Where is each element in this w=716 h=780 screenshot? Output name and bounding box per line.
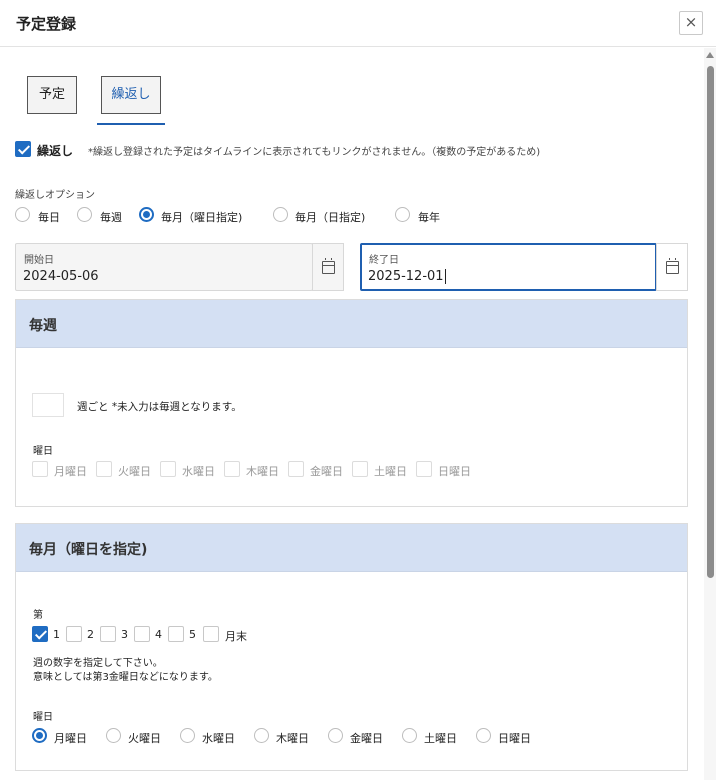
monthly-thu-label: 木曜日 — [276, 732, 309, 745]
weekly-interval-text: 週ごと *未入力は毎週となります。 — [77, 401, 242, 413]
start-date-label: 開始日 — [24, 255, 54, 266]
month-end-label: 月末 — [225, 630, 247, 643]
weekly-sun-label: 日曜日 — [438, 465, 471, 478]
option-daily-label: 毎日 — [38, 211, 60, 224]
weekly-weekday-label: 曜日 — [33, 446, 53, 457]
monthly-sat-radio[interactable] — [402, 728, 417, 743]
option-weekly-label: 毎週 — [100, 211, 122, 224]
option-monthly-day-label: 毎月（日指定) — [295, 211, 366, 224]
monthly-sun-label: 日曜日 — [498, 732, 531, 745]
repeat-checkbox[interactable] — [15, 141, 31, 157]
repeat-checkbox-label: 繰返し — [37, 144, 74, 158]
monthly-mon-radio[interactable] — [32, 728, 47, 743]
monthly-wed-label: 水曜日 — [202, 732, 235, 745]
nth-1-label: 1 — [53, 628, 60, 641]
nth-2-checkbox[interactable] — [66, 626, 82, 642]
option-yearly-label: 毎年 — [418, 211, 440, 224]
monthly-panel-header: 毎月（曜日を指定) — [16, 524, 687, 572]
month-end-checkbox[interactable] — [203, 626, 219, 642]
nth-4-label: 4 — [155, 628, 162, 641]
calendar-icon — [666, 258, 679, 274]
nth-1-checkbox[interactable] — [32, 626, 48, 642]
repeat-note: *繰返し登録された予定はタイムラインに表示されてもリンクがされません。（複数の予… — [88, 147, 541, 158]
weekly-wed-checkbox[interactable] — [160, 461, 176, 477]
monthly-fri-label: 金曜日 — [350, 732, 383, 745]
dialog-title: 予定登録 — [16, 15, 77, 33]
weekly-tue-checkbox[interactable] — [96, 461, 112, 477]
nth-2-label: 2 — [87, 628, 94, 641]
option-monthly-day-radio[interactable] — [273, 207, 288, 222]
tab-plan[interactable]: 予定 — [27, 76, 77, 114]
end-date-label: 終了日 — [369, 255, 399, 266]
weekly-sat-label: 土曜日 — [374, 465, 407, 478]
monthly-fri-radio[interactable] — [328, 728, 343, 743]
monthly-sat-label: 土曜日 — [424, 732, 457, 745]
monthly-help-line2: 意味としては第3金曜日などになります。 — [33, 672, 218, 683]
end-date-field[interactable]: 終了日 2025-12-01 — [360, 243, 657, 291]
scroll-up-arrow-icon[interactable] — [706, 52, 714, 58]
option-monthly-weekday-radio[interactable] — [139, 207, 154, 222]
option-weekly-radio[interactable] — [77, 207, 92, 222]
nth-5-label: 5 — [189, 628, 196, 641]
repeat-option-label: 繰返しオプション — [15, 190, 95, 201]
monthly-sun-radio[interactable] — [476, 728, 491, 743]
weekly-panel-header: 毎週 — [16, 300, 687, 348]
monthly-panel: 毎月（曜日を指定) 第 1 2 3 4 5 月末 週の数字を指定して下さい。 意… — [15, 523, 688, 771]
end-date-calendar-button[interactable] — [656, 243, 688, 291]
monthly-mon-label: 月曜日 — [54, 732, 87, 745]
end-date-value: 2025-12-01 — [368, 269, 446, 284]
option-yearly-radio[interactable] — [395, 207, 410, 222]
monthly-tue-label: 火曜日 — [128, 732, 161, 745]
weekly-mon-label: 月曜日 — [54, 465, 87, 478]
weekly-panel-title: 毎週 — [29, 318, 57, 334]
weekly-sat-checkbox[interactable] — [352, 461, 368, 477]
weekly-thu-label: 木曜日 — [246, 465, 279, 478]
weekly-sun-checkbox[interactable] — [416, 461, 432, 477]
tab-repeat[interactable]: 繰返し — [101, 76, 161, 114]
weekly-thu-checkbox[interactable] — [224, 461, 240, 477]
start-date-field[interactable]: 開始日 2024-05-06 — [15, 243, 313, 291]
start-date-calendar-button[interactable] — [312, 243, 344, 291]
weekly-tue-label: 火曜日 — [118, 465, 151, 478]
monthly-panel-title: 毎月（曜日を指定) — [29, 542, 148, 558]
dialog-header: 予定登録 × — [0, 0, 716, 47]
monthly-weekday-label: 曜日 — [33, 712, 53, 723]
weekly-interval-input[interactable] — [32, 393, 64, 417]
nth-3-checkbox[interactable] — [100, 626, 116, 642]
option-daily-radio[interactable] — [15, 207, 30, 222]
monthly-wed-radio[interactable] — [180, 728, 195, 743]
nth-5-checkbox[interactable] — [168, 626, 184, 642]
monthly-nth-label: 第 — [33, 610, 43, 621]
monthly-tue-radio[interactable] — [106, 728, 121, 743]
weekly-wed-label: 水曜日 — [182, 465, 215, 478]
active-tab-indicator — [97, 123, 165, 125]
weekly-panel: 毎週 週ごと *未入力は毎週となります。 曜日 月曜日 火曜日 水曜日 木曜日 … — [15, 299, 688, 507]
monthly-help-line1: 週の数字を指定して下さい。 — [33, 658, 163, 669]
weekly-fri-label: 金曜日 — [310, 465, 343, 478]
nth-4-checkbox[interactable] — [134, 626, 150, 642]
option-monthly-weekday-label: 毎月（曜日指定) — [161, 211, 243, 224]
nth-3-label: 3 — [121, 628, 128, 641]
calendar-icon — [322, 258, 335, 274]
weekly-fri-checkbox[interactable] — [288, 461, 304, 477]
monthly-thu-radio[interactable] — [254, 728, 269, 743]
close-icon: × — [684, 13, 698, 31]
close-button[interactable]: × — [679, 11, 703, 35]
weekly-mon-checkbox[interactable] — [32, 461, 48, 477]
scrollbar[interactable] — [704, 48, 716, 780]
scroll-thumb[interactable] — [707, 66, 714, 578]
start-date-value: 2024-05-06 — [23, 269, 99, 284]
